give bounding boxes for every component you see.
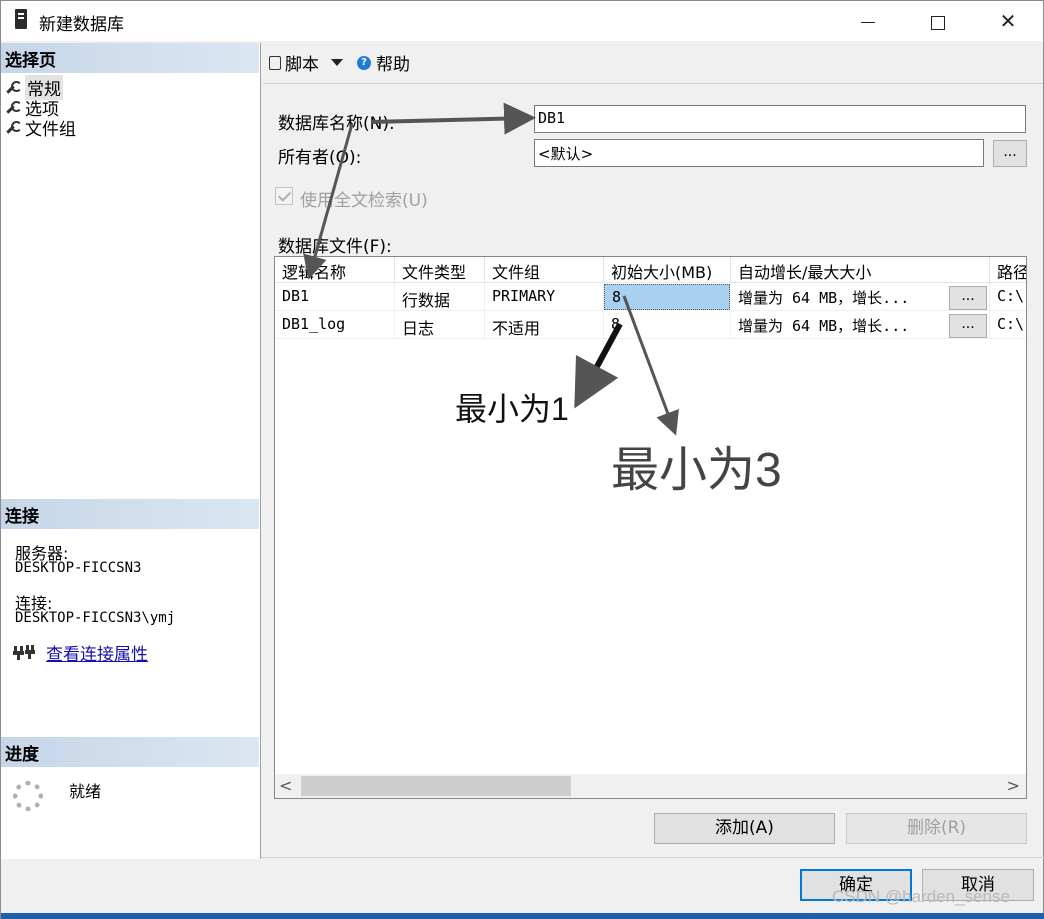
column-header-filegroup[interactable]: 文件组 bbox=[485, 257, 604, 283]
connection-value: DESKTOP-FICCSN3\ymj bbox=[15, 610, 176, 626]
nav-item-label: 文件组 bbox=[25, 120, 76, 140]
connection-header: 连接 bbox=[1, 499, 259, 529]
cell-filegroup[interactable]: PRIMARY bbox=[485, 283, 604, 311]
cell-path[interactable]: C:\ bbox=[990, 283, 1026, 311]
script-button[interactable]: 脚本 bbox=[269, 50, 343, 75]
remove-button[interactable]: 删除(R) bbox=[846, 813, 1027, 844]
fulltext-checkbox[interactable] bbox=[275, 187, 293, 205]
column-header-path[interactable]: 路径 bbox=[990, 257, 1026, 283]
cell-logical-name[interactable]: DB1_log bbox=[275, 311, 395, 339]
watermark-text: CSDN @harden_sense bbox=[832, 887, 1010, 906]
window-title: 新建数据库 bbox=[39, 15, 124, 35]
progress-spinner-icon bbox=[13, 781, 43, 811]
help-label: 帮助 bbox=[376, 55, 410, 75]
footer-divider bbox=[261, 857, 1044, 858]
server-value: DESKTOP-FICCSN3 bbox=[15, 560, 142, 576]
help-button[interactable]: ? 帮助 bbox=[357, 50, 410, 75]
column-header-file-type[interactable]: 文件类型 bbox=[395, 257, 485, 283]
column-header-autogrowth[interactable]: 自动增长/最大大小 bbox=[731, 257, 990, 283]
owner-label: 所有者(O): bbox=[278, 148, 362, 168]
autogrowth-text: 增量为 64 MB，增长... bbox=[738, 289, 910, 307]
wrench-icon bbox=[5, 120, 22, 135]
wrench-icon bbox=[5, 100, 22, 115]
db-files-label: 数据库文件(F): bbox=[278, 237, 392, 257]
horizontal-scrollbar[interactable]: < > bbox=[275, 774, 1026, 798]
db-name-label: 数据库名称(N): bbox=[278, 114, 395, 134]
column-header-logical-name[interactable]: 逻辑名称 bbox=[275, 257, 395, 283]
scroll-right-icon[interactable]: > bbox=[1007, 776, 1020, 795]
owner-input[interactable]: <默认> bbox=[534, 139, 984, 167]
annotation-min1-text: 最小为1 bbox=[455, 391, 569, 427]
left-pane: 选择页 常规 选项 文件组 连接 服务器: DESKTOP-FICCSN3 连接… bbox=[1, 43, 261, 859]
server-icon bbox=[15, 9, 27, 29]
db-name-input[interactable]: DB1 bbox=[534, 105, 1026, 133]
fulltext-label: 使用全文检索(U) bbox=[300, 191, 428, 211]
annotation-min3-text: 最小为3 bbox=[611, 444, 782, 497]
close-button[interactable]: ✕ bbox=[973, 1, 1043, 41]
column-header-initial-size[interactable]: 初始大小(MB) bbox=[604, 257, 731, 283]
minimize-button[interactable] bbox=[833, 1, 903, 41]
owner-browse-button[interactable]: ... bbox=[993, 140, 1027, 167]
maximize-button[interactable] bbox=[903, 1, 973, 41]
cell-file-type[interactable]: 行数据 bbox=[395, 283, 485, 311]
autogrowth-browse-button[interactable]: ... bbox=[949, 314, 987, 338]
scrollbar-thumb[interactable] bbox=[301, 776, 571, 796]
script-icon bbox=[269, 55, 281, 70]
taskbar-strip bbox=[1, 913, 1044, 919]
autogrowth-browse-button[interactable]: ... bbox=[949, 286, 987, 310]
view-connection-properties-link[interactable]: 查看连接属性 bbox=[46, 640, 148, 665]
status-text: 就绪 bbox=[69, 782, 102, 801]
progress-header: 进度 bbox=[1, 737, 259, 767]
nav-item-filegroups[interactable]: 文件组 bbox=[5, 115, 76, 140]
cell-initial-size[interactable]: 8 bbox=[604, 284, 730, 310]
database-files-grid[interactable]: 逻辑名称 文件类型 文件组 初始大小(MB) 自动增长/最大大小 路径 DB1 … bbox=[274, 256, 1027, 799]
cell-filegroup[interactable]: 不适用 bbox=[485, 311, 604, 339]
add-button[interactable]: 添加(A) bbox=[654, 813, 835, 844]
cell-file-type[interactable]: 日志 bbox=[395, 311, 485, 339]
connection-plug-icon bbox=[13, 645, 35, 660]
minimize-icon bbox=[861, 22, 875, 23]
new-database-dialog: 新建数据库 ✕ 选择页 常规 选项 文件组 连接 服务器: DESKTOP-FI… bbox=[0, 0, 1044, 919]
script-label: 脚本 bbox=[285, 55, 319, 75]
title-bar: 新建数据库 ✕ bbox=[1, 1, 1043, 41]
select-page-header: 选择页 bbox=[1, 43, 259, 73]
maximize-icon bbox=[931, 15, 945, 30]
toolbar-divider bbox=[263, 83, 1043, 84]
dropdown-arrow-icon[interactable] bbox=[331, 59, 343, 66]
cell-logical-name[interactable]: DB1 bbox=[275, 283, 395, 311]
autogrowth-text: 增量为 64 MB，增长... bbox=[738, 317, 910, 335]
cell-path[interactable]: C:\ bbox=[990, 311, 1026, 339]
wrench-icon bbox=[5, 80, 22, 95]
scroll-left-icon[interactable]: < bbox=[279, 776, 292, 795]
cell-initial-size[interactable]: 8 bbox=[604, 311, 731, 339]
help-icon: ? bbox=[357, 55, 371, 70]
